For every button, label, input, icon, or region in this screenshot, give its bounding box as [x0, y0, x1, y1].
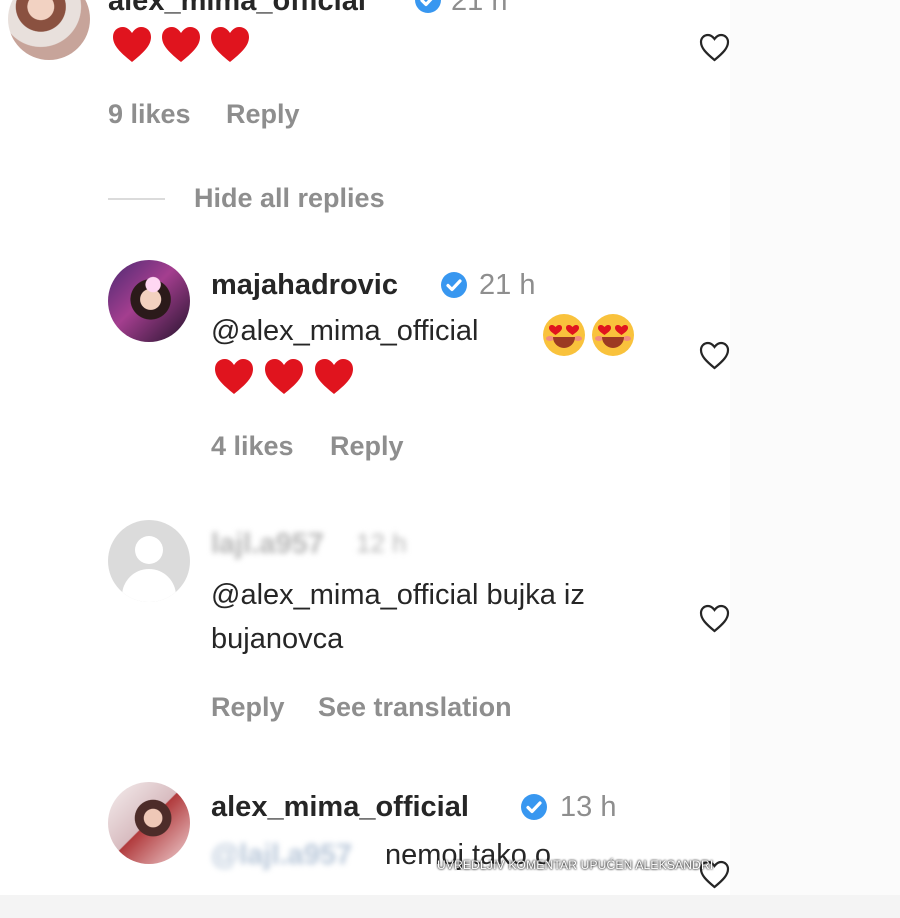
red-heart-emoji	[211, 27, 249, 62]
comment-username[interactable]: majahadrovic	[211, 268, 398, 302]
comment-username[interactable]: alex_mima_official	[211, 790, 469, 824]
avatar[interactable]	[108, 260, 190, 342]
smiling-face-with-heart-eyes-emoji	[543, 314, 585, 356]
verified-badge-icon	[441, 272, 467, 298]
avatar[interactable]	[8, 0, 90, 60]
like-count[interactable]: 4 likes	[211, 430, 294, 462]
verified-badge-icon	[521, 794, 547, 820]
comment-text-line: @alex_mima_official bujka iz	[211, 579, 585, 611]
mention-link[interactable]: @alex_mima_official	[211, 314, 478, 349]
news-caption-watermark: UVREDLJIV KOMENTAR UPUĆEN ALEKSANDRI	[437, 858, 714, 872]
red-heart-emoji	[113, 27, 151, 62]
comment-text-line: bujanovca	[211, 623, 344, 655]
smiling-face-with-heart-eyes-emoji	[592, 314, 634, 356]
avatar[interactable]	[108, 782, 190, 864]
red-heart-emoji	[265, 359, 303, 394]
heart-outline-icon[interactable]	[699, 604, 730, 633]
comment-time: 21 h	[479, 269, 536, 301]
comment-thread: alex_mima_official 21 h 9 likes Reply Hi…	[0, 0, 730, 895]
red-heart-emoji	[315, 359, 353, 394]
like-count[interactable]: 9 likes	[108, 98, 191, 130]
hide-replies-button[interactable]: Hide all replies	[194, 182, 385, 214]
red-heart-emoji	[162, 27, 200, 62]
replies-divider	[108, 198, 165, 200]
reply-button[interactable]: Reply	[330, 430, 404, 462]
reply-button[interactable]: Reply	[211, 691, 285, 723]
comment-time: 13 h	[560, 791, 617, 823]
red-heart-emoji	[215, 359, 253, 394]
avatar[interactable]	[108, 520, 190, 602]
comment-username[interactable]: lajl.a957	[211, 528, 324, 561]
comment-username[interactable]: alex_mima_official	[108, 0, 366, 18]
heart-outline-icon[interactable]	[699, 33, 730, 62]
heart-outline-icon[interactable]	[699, 341, 730, 370]
comment-time: 21 h	[451, 0, 508, 17]
verified-badge-icon	[415, 0, 441, 13]
reply-button[interactable]: Reply	[226, 98, 300, 130]
mention-link[interactable]: @lajl.a957	[211, 839, 352, 872]
page-side-margin	[730, 0, 900, 918]
see-translation-button[interactable]: See translation	[318, 691, 512, 723]
comment-time: 12 h	[356, 528, 407, 558]
bottom-border	[0, 895, 900, 918]
